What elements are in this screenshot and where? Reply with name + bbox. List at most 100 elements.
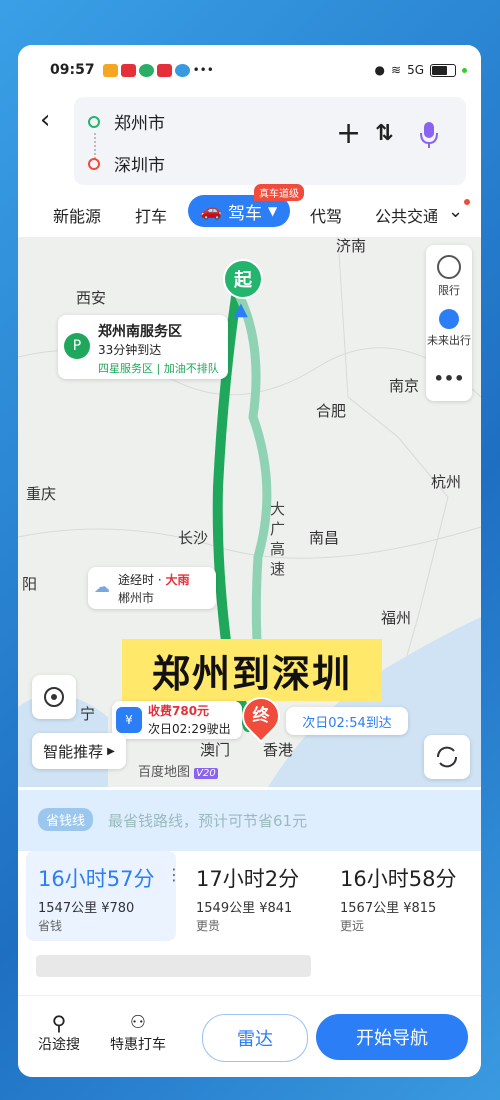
route-time: 17小时2分 [196,867,300,891]
origin-label: 郑州市 [114,114,165,134]
weather-card[interactable]: ☁ 途经时 · 大雨 郴州市 [88,567,216,609]
service-area-desc: 四星服务区 | 加油不排队 [98,362,219,375]
restrict-icon [437,255,461,279]
phone-screen: 09:57 ••• ● ≋ 5G ‹ 郑州市 深圳市 + ⇅ 新能源 打车 🚗 … [18,45,481,1077]
tab-chauffeur[interactable]: 代驾 [310,203,342,227]
search-icon: ⚲ [51,1011,67,1035]
destination-label: 深圳市 [114,156,165,176]
origin-dot-icon [88,115,100,128]
city-label: 宁 [80,705,96,723]
destination-field[interactable]: 深圳市 [88,151,165,176]
overlay-title: 郑州到深圳 [122,639,382,701]
discount-taxi-label: 特惠打车 [110,1037,166,1053]
route-option[interactable]: 17小时2分 1549公里 ¥841 更贵 [184,851,334,941]
route-tag: 更贵 [196,919,221,933]
toll-card[interactable]: ¥ 收费780元 次日02:29驶出 [112,701,242,739]
route-tag: 省钱 [38,919,63,933]
route-tag: 更远 [340,919,365,933]
future-travel-button[interactable]: 未来出行 [426,309,472,348]
toll-label: 收费780元 [148,704,210,718]
notification-dot [464,199,470,205]
status-bar: 09:57 ••• ● ≋ 5G [18,45,481,95]
savings-text: 最省钱路线，预计可节省61元 [108,812,308,830]
city-label: 西安 [76,289,107,307]
chevron-right-icon: ▶ [107,745,115,757]
start-navigation-button[interactable]: 开始导航 [316,1014,468,1060]
radar-button[interactable]: 雷达 [202,1014,308,1062]
tab-taxi[interactable]: 打车 [135,203,167,227]
locate-button[interactable] [32,675,76,719]
parking-icon: P [64,333,90,359]
city-label: 澳门 [200,741,231,759]
restrict-button[interactable]: 限行 [426,255,472,298]
loading-placeholder [36,955,311,977]
start-marker-label: 起 [234,270,252,291]
route-option[interactable]: 16小时58分 1567公里 ¥815 更远 [328,851,478,941]
weather-prefix: 途经时 · [118,573,166,587]
service-area-eta: 33分钟到达 [98,343,162,357]
route-info: 1547公里 ¥780 [38,901,135,916]
add-waypoint-icon[interactable]: + [336,119,361,149]
wechat-icon [138,63,154,77]
arrival-card[interactable]: 次日02:54到达 [286,707,408,735]
destination-dot-icon [88,157,100,170]
app-notification-icon [102,63,118,77]
microphone-icon[interactable] [420,121,438,149]
route-info: 1549公里 ¥841 [196,901,293,916]
mode-tabs: 新能源 打车 🚗 驾车 ▼ 真车道级 代驾 公共交通 ⌄ [18,184,481,235]
tab-drive-label: 驾车 [227,203,262,224]
clock-icon [439,309,459,329]
highway-label: 大广高速 [270,500,286,578]
weather-condition: 大雨 [165,573,190,587]
origin-field[interactable]: 郑州市 [88,109,165,134]
status-time: 09:57 [50,62,95,78]
route-more-icon[interactable]: ⋮ [166,865,182,884]
status-dot-icon [462,67,467,73]
route-option[interactable]: 16小时57分 1547公里 ¥780 省钱 ⋮ [26,851,182,941]
search-along-button[interactable]: ⚲ 沿途搜 [38,1012,80,1054]
lane-level-badge: 真车道级 [254,184,304,201]
route-input-box: 郑州市 深圳市 [74,97,466,185]
city-label: 福州 [381,609,412,627]
city-label: 杭州 [431,473,462,491]
tab-public-transit[interactable]: 公共交通 [375,203,437,227]
expand-modes-icon[interactable]: ⌄ [448,201,463,222]
brand-watermark: 百度地图 V20 [138,761,218,780]
swap-icon[interactable]: ⇅ [375,121,393,146]
more-icon[interactable]: ••• [426,369,472,388]
service-area-card[interactable]: P 郑州南服务区 33分钟到达 四星服务区 | 加油不排队 [58,315,228,379]
discount-taxi-button[interactable]: ⚇ 特惠打车 [110,1012,166,1054]
network-label: 5G [407,63,424,77]
route-time: 16小时58分 [340,867,457,891]
savings-banner[interactable]: 省钱线 最省钱路线，预计可节省61元 [18,790,481,854]
city-label: 南京 [389,377,420,395]
more-notifications-icon: ••• [192,63,214,77]
brand-name: 百度地图 [138,765,191,780]
refresh-icon [436,746,458,768]
smart-recommend-button[interactable]: 智能推荐 ▶ [32,733,126,769]
city-label: 南昌 [309,529,340,547]
smart-recommend-label: 智能推荐 [43,742,104,761]
locate-icon [44,687,64,707]
end-marker-label: 终 [252,706,270,726]
cloud-icon: ☁ [94,577,110,596]
tab-new-energy[interactable]: 新能源 [53,203,101,227]
map-view[interactable]: 济南 西安 合肥 南京 杭州 重庆 长沙 南昌 福州 阳 宁 澳门 香港 大广高… [18,237,481,787]
start-marker: 起 [223,259,263,299]
toll-icon: ¥ [116,707,142,733]
car-icon: 🚗 [200,201,222,221]
city-label: 合肥 [316,402,347,420]
location-icon: ● [374,63,385,77]
chevron-down-icon: ▼ [267,204,278,218]
back-icon[interactable]: ‹ [40,105,50,135]
weather-line: 途经时 · 大雨 [118,571,189,588]
future-travel-label: 未来出行 [427,334,471,347]
battery-icon [430,63,456,77]
wifi-icon: ≋ [391,63,402,77]
bottom-bar: ⚲ 沿途搜 ⚇ 特惠打车 雷达 开始导航 [18,995,481,1077]
restrict-label: 限行 [438,284,460,297]
route-time: 16小时57分 [38,867,155,891]
city-label: 香港 [263,741,294,759]
refresh-button[interactable] [424,735,470,779]
app-notification-icon [120,63,136,77]
